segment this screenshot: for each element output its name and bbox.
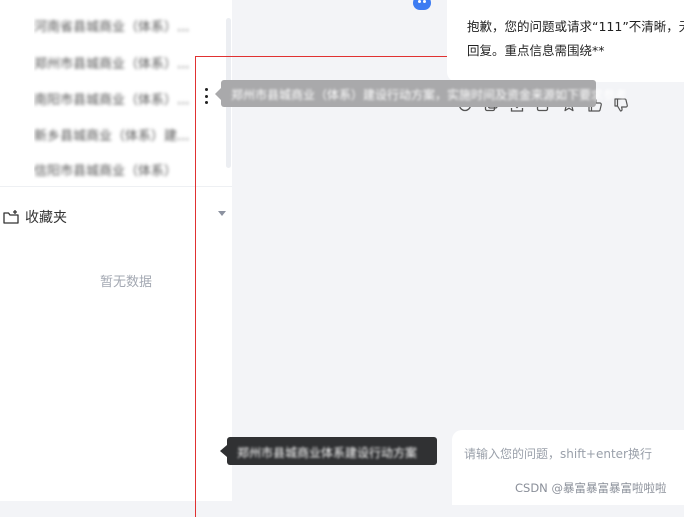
- chat-input[interactable]: [462, 442, 684, 466]
- favorites-empty-text: 暂无数据: [100, 275, 153, 290]
- history-item[interactable]: 河南省县城商业（体系）...: [34, 16, 194, 35]
- history-item-label: 郑州市县城商业（体系）...: [34, 57, 190, 72]
- history-item-label: 信阳市县城商业（体系）: [34, 164, 178, 179]
- sidebar: 河南省县城商业（体系）... 郑州市县城商业（体系）... 南阳市县城商业（体系…: [0, 0, 232, 501]
- history-item-label: 南阳市县城商业（体系）...: [34, 93, 190, 108]
- history-item[interactable]: 南阳市县城商业（体系）...: [34, 89, 194, 108]
- history-item[interactable]: 郑州市县城商业（体系）...: [34, 53, 194, 72]
- favorites-header[interactable]: 收藏夹: [2, 206, 230, 228]
- tooltip-text: 郑州市县城商业体系建设行动方案: [237, 446, 418, 460]
- tooltip-text: 郑州市县城商业（体系）建设行动方案，实施时间及资金来源如下要求参考: [231, 88, 628, 102]
- caret-down-icon[interactable]: [218, 211, 226, 216]
- answer-text-line: 回复。重点信息需围绕**: [467, 43, 605, 58]
- history-item[interactable]: 新乡县城商业（体系）建...: [34, 125, 194, 144]
- history-item[interactable]: 信阳市县城商业（体系）: [34, 160, 194, 179]
- sidebar-divider: [0, 186, 232, 187]
- favorites-label: 收藏夹: [25, 210, 67, 226]
- input-tooltip: 郑州市县城商业体系建设行动方案: [220, 437, 437, 465]
- answer-text-line: 抱歉，您的问题或请求“111”不清晰，无: [467, 19, 684, 34]
- answer-card: 抱歉，您的问题或请求“111”不清晰，无 回复。重点信息需围绕**: [447, 0, 684, 82]
- history-tooltip: 郑州市县城商业（体系）建设行动方案，实施时间及资金来源如下要求参考: [215, 80, 627, 107]
- history-item-label: 河南省县城商业（体系）...: [34, 20, 190, 35]
- folder-plus-icon: [2, 208, 20, 226]
- bot-avatar-icon: [413, 0, 431, 10]
- history-item-label: 新乡县城商业（体系）建...: [34, 129, 190, 144]
- more-options-icon[interactable]: [200, 88, 212, 104]
- watermark-text: CSDN @暴富暴富暴富啦啦啦: [515, 481, 667, 495]
